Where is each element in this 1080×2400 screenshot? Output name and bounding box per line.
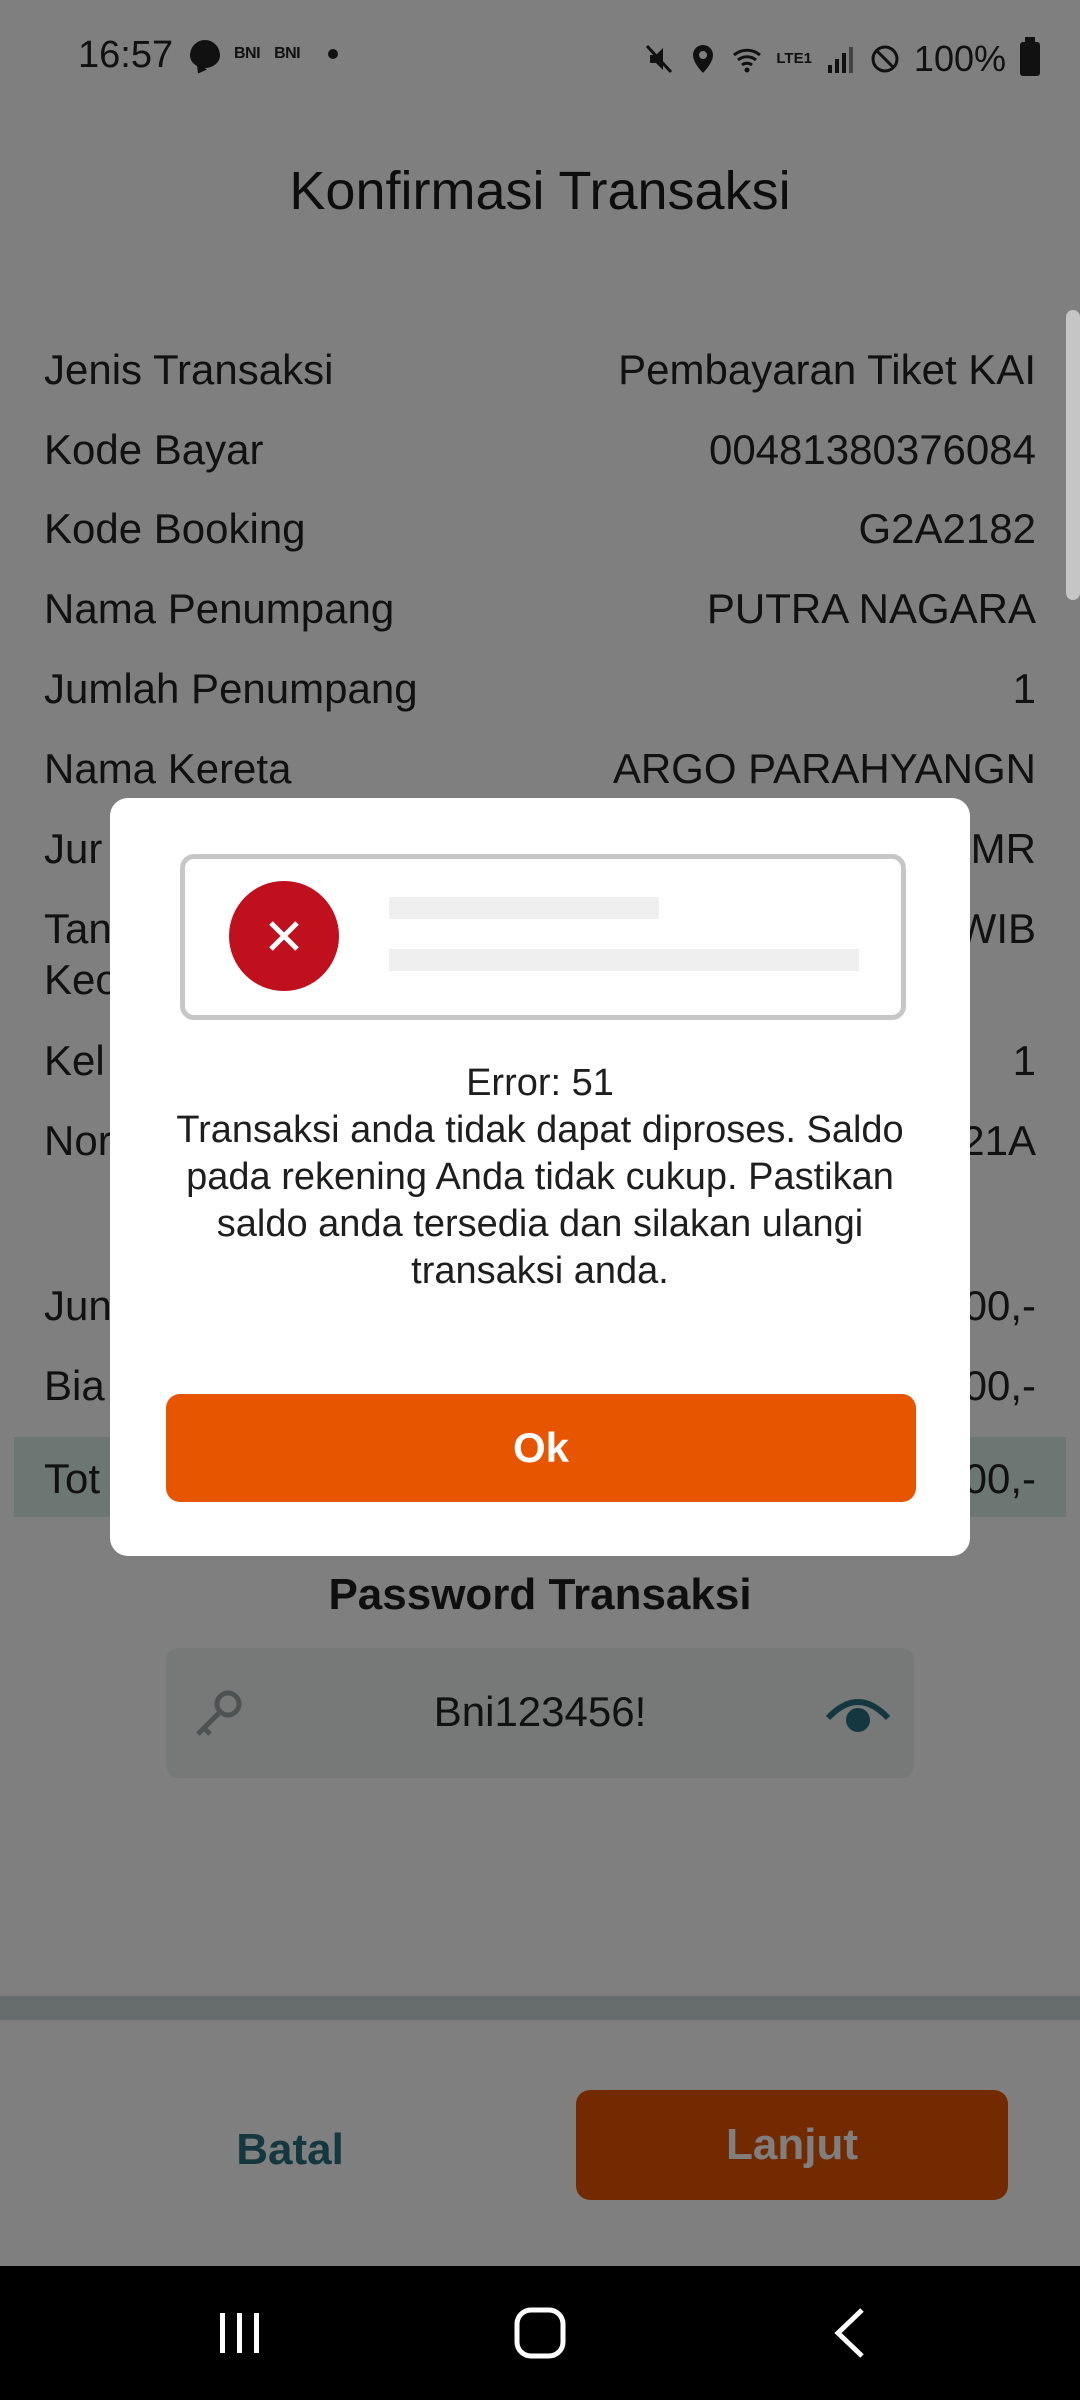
- error-message: Transaksi anda tidak dapat diproses. Sal…: [176, 1109, 904, 1292]
- recent-apps-icon: [220, 2313, 259, 2353]
- home-button[interactable]: [480, 2266, 600, 2400]
- error-message-block: Error: 51 Transaksi anda tidak dapat dip…: [170, 1060, 910, 1295]
- system-nav-bar: [0, 2266, 1080, 2400]
- back-button[interactable]: [790, 2266, 910, 2400]
- ok-button[interactable]: Ok: [166, 1394, 916, 1502]
- back-icon: [834, 2308, 864, 2358]
- error-dialog: Error: 51 Transaksi anda tidak dapat dip…: [110, 798, 970, 1556]
- error-circle: [229, 881, 339, 991]
- placeholder-line: [389, 949, 859, 971]
- error-illustration: [180, 854, 906, 1020]
- home-icon: [514, 2307, 566, 2359]
- placeholder-line: [389, 897, 659, 919]
- error-x-icon: [269, 921, 299, 951]
- error-code: Error: 51: [466, 1062, 614, 1104]
- scrollbar[interactable]: [1066, 310, 1080, 600]
- recent-apps-button[interactable]: [180, 2266, 300, 2400]
